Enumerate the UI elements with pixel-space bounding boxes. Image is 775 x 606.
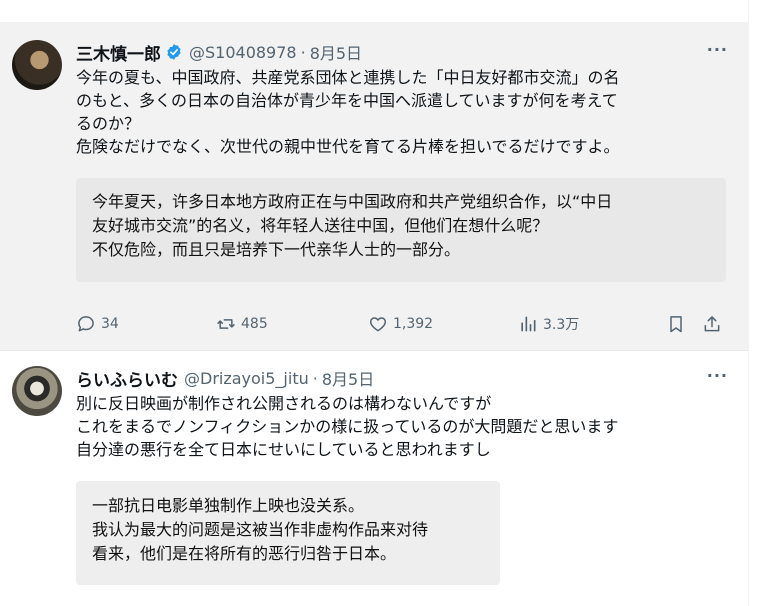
author-name[interactable]: らいふらいむ	[76, 366, 178, 391]
share-icon	[704, 316, 720, 332]
like-button[interactable]: 1,392	[368, 312, 433, 336]
views-icon	[521, 316, 536, 332]
author-handle[interactable]: @Drizayoi5_jitu	[184, 369, 309, 388]
post-header: 三木慎一郎 @S10408978 · 8月5日 ···	[76, 40, 728, 65]
right-gutter	[748, 0, 775, 606]
post-header: らいふらいむ @Drizayoi5_jitu · 8月5日 ···	[76, 366, 728, 391]
repost-count: 485	[241, 316, 268, 332]
post-text-line: これをまるでノンフィクションかの様に扱っているのが大問題だと思います	[76, 417, 619, 436]
translation-line: 友好城市交流”的名义，将年轻人送往中国，但他们在想什么呢？	[92, 216, 549, 235]
post-text-line: るのか？	[76, 114, 141, 133]
reply-count: 34	[101, 316, 119, 332]
like-icon	[369, 317, 387, 332]
post-text-line: 別に反日映画が制作され公開されるのは構わないんですが	[76, 394, 492, 413]
bookmark-button[interactable]	[666, 312, 691, 336]
action-bar: 34 485 1,392 3.3万	[76, 312, 726, 336]
reply-icon	[78, 316, 94, 332]
author-name[interactable]: 三木慎一郎	[76, 40, 161, 65]
post-1[interactable]: 三木慎一郎 @S10408978 · 8月5日 ··· 今年の夏も、中国政府、共…	[0, 22, 748, 351]
timeline: 三木慎一郎 @S10408978 · 8月5日 ··· 今年の夏も、中国政府、共…	[0, 0, 748, 606]
post-2[interactable]: らいふらいむ @Drizayoi5_jitu · 8月5日 ··· 別に反日映画…	[0, 351, 748, 606]
share-button[interactable]	[702, 312, 727, 336]
bookmark-icon	[670, 316, 682, 333]
post-text-line: 今年の夏も、中国政府、共産党系団体と連携した「中日友好都市交流」の名	[76, 68, 620, 87]
views-button[interactable]: 3.3万	[518, 312, 579, 336]
views-count: 3.3万	[543, 317, 580, 333]
avatar[interactable]	[12, 40, 62, 90]
top-strip	[0, 0, 748, 22]
translation-box: 一部抗日电影单独制作上映也没关系。 我认为最大的问题是这被当作非虚构作品来对待 …	[76, 481, 500, 585]
post-text-line: 危険なだけでなく、次世代の親中世代を育てる片棒を担いでるだけですよ。	[76, 137, 620, 156]
translation-line: 我认为最大的问题是这被当作非虚构作品来对待	[92, 520, 429, 539]
translation-box: 今年夏天，许多日本地方政府正在与中国政府和共产党组织合作，以“中日 友好城市交流…	[76, 178, 726, 282]
translation-line: 看来，他们是在将所有的恶行归咎于日本。	[92, 544, 397, 563]
post-text-line: 自分達の悪行を全て日本にせいにしていると思われますし	[76, 440, 491, 459]
reply-button[interactable]: 34	[76, 312, 119, 336]
post-text-line: のもと、多くの日本の自治体が青少年を中国へ派遣していますが何を考えて	[76, 91, 618, 110]
translation-line: 不仅危险，而且只是培养下一代亲华人士的一部分。	[92, 240, 461, 259]
verified-badge-icon	[167, 44, 181, 60]
like-count: 1,392	[393, 316, 434, 332]
more-icon[interactable]: ···	[707, 40, 728, 59]
author-handle[interactable]: @S10408978	[189, 43, 297, 62]
separator-dot: ·	[312, 368, 318, 388]
avatar[interactable]	[12, 366, 62, 416]
post-text: 今年の夏も、中国政府、共産党系団体と連携した「中日友好都市交流」の名 のもと、多…	[76, 66, 724, 158]
post-date[interactable]: 8月5日	[322, 366, 374, 390]
translation-line: 一部抗日电影单独制作上映也没关系。	[92, 496, 365, 515]
repost-button[interactable]: 485	[216, 312, 268, 336]
repost-icon	[217, 319, 235, 329]
post-date[interactable]: 8月5日	[310, 40, 362, 64]
more-icon[interactable]: ···	[707, 366, 728, 385]
post-text: 別に反日映画が制作され公開されるのは構わないんですが これをまるでノンフィクショ…	[76, 392, 724, 461]
separator-dot: ·	[300, 42, 306, 62]
translation-line: 今年夏天，许多日本地方政府正在与中国政府和共产党组织合作，以“中日	[92, 192, 613, 211]
